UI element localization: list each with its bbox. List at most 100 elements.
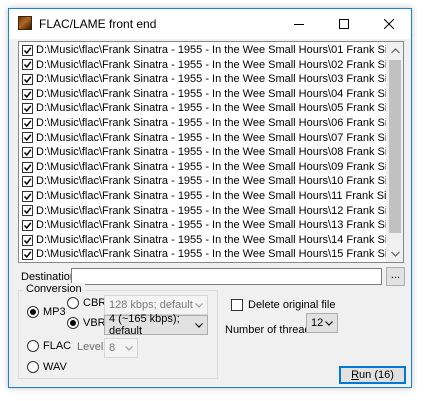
vertical-scrollbar[interactable] bbox=[386, 42, 403, 262]
close-icon bbox=[383, 18, 394, 29]
file-checkbox[interactable] bbox=[22, 132, 33, 144]
cbr-radio[interactable] bbox=[67, 297, 79, 309]
file-checkbox[interactable] bbox=[22, 73, 33, 85]
file-list-item[interactable]: D:\Music\flac\Frank Sinatra - 1955 - In … bbox=[20, 233, 386, 248]
file-checkbox[interactable] bbox=[22, 88, 33, 100]
file-list-item[interactable]: D:\Music\flac\Frank Sinatra - 1955 - In … bbox=[20, 43, 386, 58]
conversion-group-title: Conversion bbox=[23, 283, 85, 295]
file-list-item[interactable]: D:\Music\flac\Frank Sinatra - 1955 - In … bbox=[20, 160, 386, 175]
browse-button[interactable]: ... bbox=[386, 267, 405, 286]
chevron-down-icon bbox=[195, 323, 203, 328]
file-list-item[interactable]: D:\Music\flac\Frank Sinatra - 1955 - In … bbox=[20, 116, 386, 131]
file-list-item[interactable]: D:\Music\flac\Frank Sinatra - 1955 - In … bbox=[20, 189, 386, 204]
file-list-item[interactable]: D:\Music\flac\Frank Sinatra - 1955 - In … bbox=[20, 174, 386, 189]
file-checkbox[interactable] bbox=[22, 205, 33, 217]
wav-label: WAV bbox=[43, 361, 67, 373]
wav-radio[interactable] bbox=[27, 361, 39, 373]
file-path: D:\Music\flac\Frank Sinatra - 1955 - In … bbox=[36, 146, 386, 159]
file-checkbox[interactable] bbox=[22, 103, 33, 115]
run-button-label: un (16) bbox=[359, 369, 394, 381]
checkmark-icon bbox=[23, 149, 32, 157]
file-list[interactable]: D:\Music\flac\Frank Sinatra - 1955 - In … bbox=[18, 41, 404, 263]
checkmark-icon bbox=[23, 61, 32, 69]
file-list-item[interactable]: D:\Music\flac\Frank Sinatra - 1955 - In … bbox=[20, 101, 386, 116]
file-checkbox[interactable] bbox=[22, 161, 33, 173]
scroll-down-button[interactable] bbox=[387, 245, 404, 262]
destination-input[interactable] bbox=[71, 268, 382, 285]
file-checkbox[interactable] bbox=[22, 146, 33, 158]
file-path: D:\Music\flac\Frank Sinatra - 1955 - In … bbox=[36, 58, 386, 71]
file-checkbox[interactable] bbox=[22, 234, 33, 246]
vbr-quality-select[interactable]: 4 (~165 kbps); default bbox=[104, 313, 208, 337]
flac-level-value: 8 bbox=[109, 342, 116, 354]
checkmark-icon bbox=[23, 105, 32, 113]
delete-original-label: Delete original file bbox=[248, 299, 336, 311]
file-checkbox[interactable] bbox=[22, 117, 33, 129]
file-list-item[interactable]: D:\Music\flac\Frank Sinatra - 1955 - In … bbox=[20, 218, 386, 233]
file-list-item[interactable]: D:\Music\flac\Frank Sinatra - 1955 - In … bbox=[20, 204, 386, 219]
window-title: FLAC/LAME front end bbox=[39, 17, 157, 31]
file-list-item[interactable]: D:\Music\flac\Frank Sinatra - 1955 - In … bbox=[20, 247, 386, 261]
file-list-rows: D:\Music\flac\Frank Sinatra - 1955 - In … bbox=[20, 43, 386, 261]
checkmark-icon bbox=[23, 193, 32, 200]
file-path: D:\Music\flac\Frank Sinatra - 1955 - In … bbox=[36, 204, 386, 217]
chevron-down-icon bbox=[391, 251, 400, 257]
chevron-down-icon bbox=[125, 346, 133, 351]
file-checkbox[interactable] bbox=[22, 249, 33, 261]
run-button-accelerator: R bbox=[351, 369, 360, 381]
flac-level-label: Level bbox=[77, 341, 104, 353]
file-checkbox[interactable] bbox=[22, 190, 33, 202]
file-checkbox[interactable] bbox=[22, 176, 33, 188]
file-list-item[interactable]: D:\Music\flac\Frank Sinatra - 1955 - In … bbox=[20, 87, 386, 102]
chevron-down-icon bbox=[195, 303, 203, 308]
vbr-radio[interactable] bbox=[67, 317, 79, 329]
mp3-label: MP3 bbox=[43, 306, 66, 318]
scrollbar-thumb[interactable] bbox=[389, 60, 401, 233]
destination-label: Destination bbox=[21, 271, 77, 283]
main-window: FLAC/LAME front end D:\Music\flac\Frank … bbox=[8, 8, 412, 388]
run-button[interactable]: Run (16) bbox=[339, 366, 406, 384]
app-icon bbox=[18, 16, 32, 30]
file-path: D:\Music\flac\Frank Sinatra - 1955 - In … bbox=[36, 219, 386, 232]
delete-original-checkbox[interactable] bbox=[231, 299, 243, 311]
flac-label: FLAC bbox=[43, 340, 72, 352]
file-path: D:\Music\flac\Frank Sinatra - 1955 - In … bbox=[36, 73, 386, 86]
checkmark-icon bbox=[23, 236, 32, 244]
flac-level-select[interactable]: 8 bbox=[104, 338, 138, 358]
maximize-button[interactable] bbox=[321, 9, 366, 38]
checkmark-icon bbox=[23, 178, 32, 186]
title-bar[interactable]: FLAC/LAME front end bbox=[9, 9, 411, 39]
close-button[interactable] bbox=[366, 9, 411, 38]
file-list-item[interactable]: D:\Music\flac\Frank Sinatra - 1955 - In … bbox=[20, 145, 386, 160]
file-path: D:\Music\flac\Frank Sinatra - 1955 - In … bbox=[36, 175, 386, 188]
minimize-button[interactable] bbox=[276, 9, 321, 38]
file-list-item[interactable]: D:\Music\flac\Frank Sinatra - 1955 - In … bbox=[20, 72, 386, 87]
scroll-up-button[interactable] bbox=[387, 42, 404, 59]
file-path: D:\Music\flac\Frank Sinatra - 1955 - In … bbox=[36, 131, 386, 144]
flac-radio[interactable] bbox=[27, 340, 39, 352]
file-path: D:\Music\flac\Frank Sinatra - 1955 - In … bbox=[36, 116, 386, 129]
checkmark-icon bbox=[23, 222, 32, 230]
file-checkbox[interactable] bbox=[22, 59, 33, 71]
file-path: D:\Music\flac\Frank Sinatra - 1955 - In … bbox=[36, 189, 386, 202]
cbr-bitrate-value: 128 kbps; default bbox=[109, 299, 193, 311]
threads-select[interactable]: 12 bbox=[306, 313, 338, 333]
file-path: D:\Music\flac\Frank Sinatra - 1955 - In … bbox=[36, 102, 386, 115]
checkmark-icon bbox=[23, 134, 32, 142]
file-checkbox[interactable] bbox=[22, 44, 33, 56]
threads-label: Number of threads bbox=[225, 324, 317, 336]
chevron-up-icon bbox=[391, 47, 400, 53]
file-list-item[interactable]: D:\Music\flac\Frank Sinatra - 1955 - In … bbox=[20, 58, 386, 73]
checkmark-icon bbox=[23, 251, 32, 259]
file-path: D:\Music\flac\Frank Sinatra - 1955 - In … bbox=[36, 160, 386, 173]
threads-value: 12 bbox=[311, 317, 324, 329]
minimize-icon bbox=[293, 23, 304, 25]
file-path: D:\Music\flac\Frank Sinatra - 1955 - In … bbox=[36, 233, 386, 246]
file-checkbox[interactable] bbox=[22, 219, 33, 231]
checkmark-icon bbox=[23, 47, 32, 54]
file-list-item[interactable]: D:\Music\flac\Frank Sinatra - 1955 - In … bbox=[20, 131, 386, 146]
mp3-radio[interactable] bbox=[27, 306, 39, 318]
checkmark-icon bbox=[23, 90, 32, 98]
vbr-label: VBR bbox=[83, 317, 106, 329]
cbr-bitrate-select[interactable]: 128 kbps; default bbox=[104, 295, 208, 315]
